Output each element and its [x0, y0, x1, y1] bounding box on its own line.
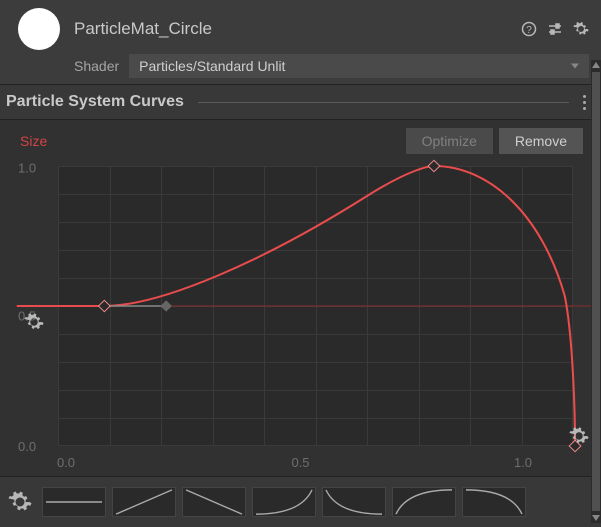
preset-linear-down[interactable]	[182, 487, 246, 517]
optimize-button[interactable]: Optimize	[406, 128, 493, 154]
scroll-down-icon[interactable]	[591, 513, 601, 523]
vertical-scrollbar[interactable]	[591, 60, 601, 523]
curve-property-label: Size	[20, 133, 47, 149]
curve-right-gear-icon[interactable]	[569, 426, 589, 446]
shader-value: Particles/Standard Unlit	[139, 58, 285, 74]
help-icon[interactable]: ?	[521, 21, 537, 37]
material-preview-swatch[interactable]	[18, 8, 60, 50]
remove-button[interactable]: Remove	[499, 128, 583, 154]
y-tick: 0.0	[18, 439, 36, 454]
divider	[198, 102, 569, 103]
x-tick: 0.5	[291, 455, 309, 470]
svg-text:?: ?	[526, 25, 532, 36]
preset-slider-icon[interactable]	[547, 21, 563, 37]
scroll-thumb[interactable]	[592, 72, 600, 511]
gear-icon[interactable]	[573, 21, 589, 37]
material-header: ParticleMat_Circle ? Shader Particles/St…	[0, 0, 601, 85]
x-tick: 0.0	[57, 455, 75, 470]
curve-editor: Size Optimize Remove 1.0 0.5 0.0 0.0	[0, 120, 601, 527]
context-menu-icon[interactable]	[577, 95, 591, 110]
curve-presets-row	[0, 476, 601, 527]
section-header[interactable]: Particle System Curves	[0, 85, 601, 120]
preset-ease-in-down[interactable]	[462, 487, 526, 517]
preset-ease-out-down[interactable]	[322, 487, 386, 517]
shader-dropdown[interactable]: Particles/Standard Unlit	[129, 54, 589, 78]
section-title: Particle System Curves	[6, 93, 184, 111]
shader-label: Shader	[74, 58, 119, 74]
curve-left-gear-icon[interactable]	[24, 312, 44, 332]
material-name: ParticleMat_Circle	[74, 19, 507, 39]
curve-plot[interactable]: 1.0 0.5 0.0 0.0 0.5 1.0	[18, 156, 583, 476]
curve-svg[interactable]	[58, 166, 573, 446]
scroll-up-icon[interactable]	[591, 60, 601, 70]
x-tick: 1.0	[514, 455, 532, 470]
preset-ease-in-up[interactable]	[252, 487, 316, 517]
preset-linear-up[interactable]	[112, 487, 176, 517]
y-tick: 1.0	[18, 161, 36, 176]
presets-gear-icon[interactable]	[8, 490, 32, 514]
preset-ease-out-up[interactable]	[392, 487, 456, 517]
preset-flat[interactable]	[42, 487, 106, 517]
